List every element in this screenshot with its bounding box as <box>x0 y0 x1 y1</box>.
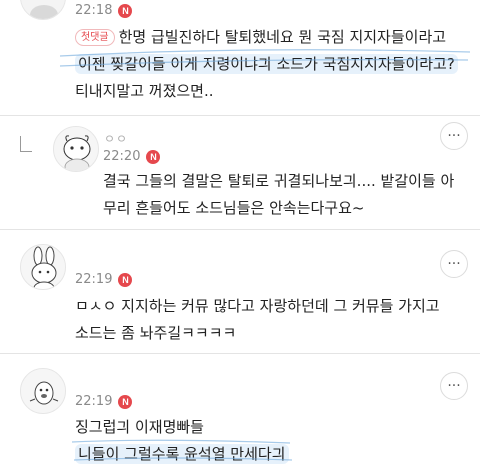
more-horizontal-icon: ··· <box>447 128 461 144</box>
comment-body: 징그럽긔 이재명빠들 니들이 그럴수록 윤석열 만세다긔 <box>75 414 289 468</box>
avatar[interactable] <box>20 368 66 414</box>
comment-4: 22:19 N ··· 징그럽긔 이재명빠들 니들이 그럴수록 윤석열 만세다긔 <box>0 354 480 472</box>
comment-1: 22:18 N 첫댓글 한명 급빌진하다 탈퇴했네요 뭔 국짐 지지자들이라고 이… <box>0 0 480 122</box>
avatar[interactable] <box>20 0 66 20</box>
avatar-image <box>21 0 65 19</box>
more-options-button[interactable]: ··· <box>440 372 468 400</box>
new-icon: N <box>118 394 133 409</box>
new-icon: N <box>146 149 161 164</box>
more-options-button[interactable]: ··· <box>440 122 468 150</box>
comment-line: 징그럽긔 이재명빠들 <box>75 418 204 436</box>
comment-line: 결국 그들의 결말은 탈퇴로 귀결되나보긔.... 밭갈이들 아 <box>103 172 455 190</box>
comment-time: 22:19 <box>75 272 113 287</box>
avatar-image <box>21 245 65 289</box>
username: ㅇㅇ <box>104 132 129 146</box>
comment-line: 티내지말고 꺼졌으면.. <box>75 82 214 100</box>
avatar[interactable] <box>53 126 99 172</box>
comment-2: 22:20 N ㅇㅇ ··· 결국 그들의 결말은 탈퇴로 귀결되나보긔....… <box>0 116 480 230</box>
comment-line: 이젠 찢갈이들 이게 지령이냐긔 소드가 국짐지지자들이라고? <box>75 51 458 78</box>
new-icon: N <box>118 3 133 18</box>
comment-line: 무리 흔들어도 소드님들은 안속는다구요~ <box>103 199 365 217</box>
more-horizontal-icon: ··· <box>447 256 461 272</box>
comment-body: 결국 그들의 결말은 탈퇴로 귀결되나보긔.... 밭갈이들 아 무리 흔들어도… <box>103 168 454 222</box>
comment-body: ㅁㅅㅇ 지지하는 커뮤 많다고 자랑하던데 그 커뮤들 가지고 소드는 좀 놔주… <box>75 293 440 347</box>
avatar[interactable] <box>20 244 66 290</box>
comment-3: 22:19 N ··· ㅁㅅㅇ 지지하는 커뮤 많다고 자랑하던데 그 커뮤들 … <box>0 230 480 354</box>
avatar-image <box>21 369 65 413</box>
comment-time: 22:18 <box>75 3 113 18</box>
comment-line: 소드는 좀 놔주길ㅋㅋㅋㅋ <box>75 324 237 342</box>
new-icon: N <box>118 272 133 287</box>
first-comment-badge: 첫댓글 <box>75 29 115 46</box>
comment-line: 니들이 그럴수록 윤석열 만세다긔 <box>75 441 289 468</box>
avatar-image <box>54 127 98 171</box>
comment-line: 첫댓글 한명 급빌진하다 탈퇴했네요 뭔 국짐 지지자들이라고 <box>75 24 458 51</box>
comment-time: 22:20 <box>103 149 141 164</box>
more-horizontal-icon: ··· <box>447 378 461 394</box>
more-options-button[interactable]: ··· <box>440 250 468 278</box>
comment-body: 첫댓글 한명 급빌진하다 탈퇴했네요 뭔 국짐 지지자들이라고 이젠 찢갈이들 이… <box>75 24 458 105</box>
comment-line: ㅁㅅㅇ 지지하는 커뮤 많다고 자랑하던데 그 커뮤들 가지고 <box>75 297 440 315</box>
comment-time: 22:19 <box>75 394 113 409</box>
